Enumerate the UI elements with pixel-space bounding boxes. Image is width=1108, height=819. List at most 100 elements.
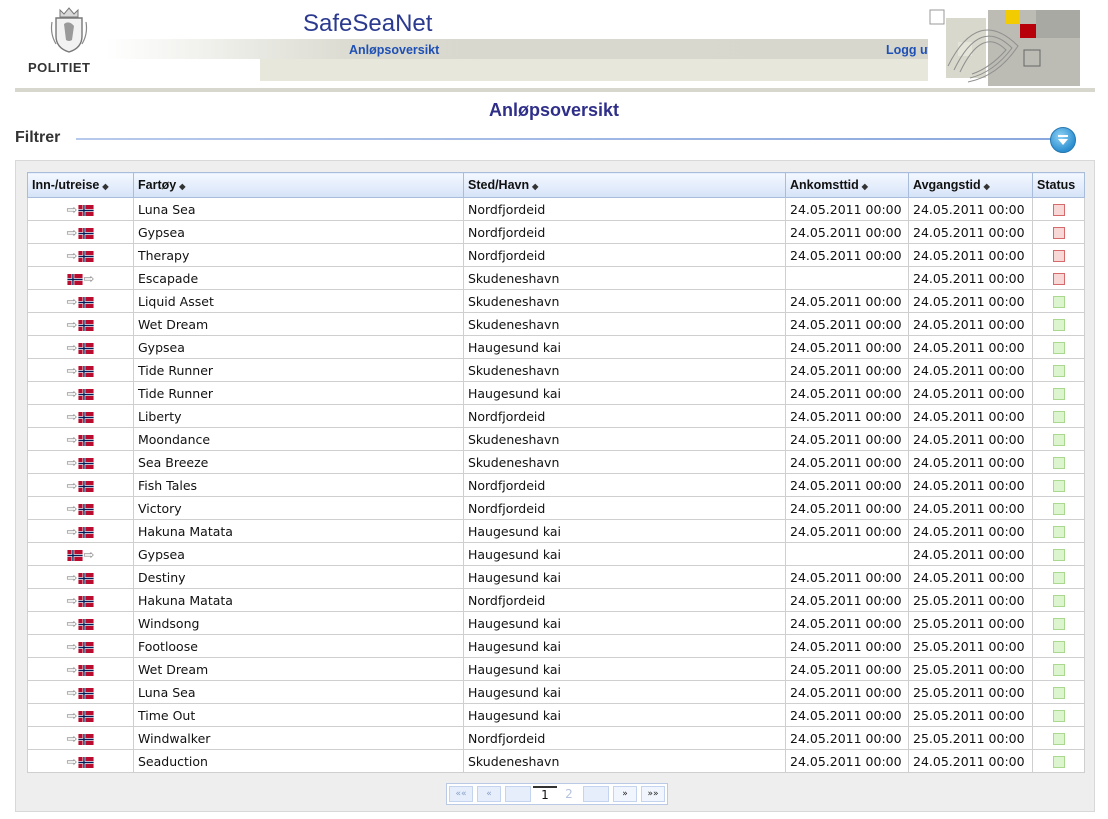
col-header-departure[interactable]: Avgangstid ◆ (908, 172, 1033, 198)
vessel-cell[interactable]: Fish Tales (133, 473, 464, 497)
table-row[interactable]: ⇨ Destiny Haugesund kai 24.05.2011 00:00 24.… (27, 565, 1085, 589)
nav-link-anlopsoversikt[interactable]: Anløpsoversikt (349, 43, 439, 57)
page-1-link[interactable]: 1 (533, 786, 557, 802)
table-row[interactable]: ⇨ Liquid Asset Skudeneshavn 24.05.2011 00:0… (27, 289, 1085, 313)
direction-indicator: ⇨ (67, 733, 95, 746)
vessel-cell[interactable]: Tide Runner (133, 381, 464, 405)
port-cell: Haugesund kai (463, 542, 786, 566)
vessel-cell[interactable]: Victory (133, 496, 464, 520)
status-indicator (1052, 595, 1065, 607)
departure-cell: 24.05.2011 00:00 (908, 289, 1033, 313)
filter-toggle-button[interactable] (1050, 127, 1076, 153)
table-row[interactable]: ⇨ Wet Dream Skudeneshavn 24.05.2011 00:00 24… (27, 312, 1085, 336)
table-row[interactable]: ⇨ Therapy Nordfjordeid 24.05.2011 00:00 24.0… (27, 243, 1085, 267)
norway-flag-icon (78, 641, 95, 653)
vessel-cell[interactable]: Seaduction (133, 749, 464, 773)
arrival-cell: 24.05.2011 00:00 (785, 565, 909, 589)
vessel-cell[interactable]: Time Out (133, 703, 464, 727)
status-cell (1032, 749, 1085, 773)
direction-indicator: ⇨ (67, 572, 95, 585)
arrival-cell: 24.05.2011 00:00 (785, 519, 909, 543)
table-row[interactable]: ⇨ Tide Runner Haugesund kai 24.05.2011 00:0… (27, 381, 1085, 405)
vessel-cell[interactable]: Escapade (133, 266, 464, 290)
table-row[interactable]: ⇨ Gypsea Haugesund kai 24.05.2011 00:00 (27, 542, 1085, 566)
col-header-port[interactable]: Sted/Havn ◆ (463, 172, 786, 198)
port-cell: Skudeneshavn (463, 312, 786, 336)
port-cell: Nordfjordeid (463, 197, 786, 221)
vessel-cell[interactable]: Destiny (133, 565, 464, 589)
status-cell (1032, 381, 1085, 405)
table-row[interactable]: ⇨ Liberty Nordfjordeid 24.05.2011 00:00 24.0… (27, 404, 1085, 428)
col-header-arrival[interactable]: Ankomsttid ◆ (785, 172, 909, 198)
table-row[interactable]: ⇨ Luna Sea Nordfjordeid 24.05.2011 00:00 24.… (27, 197, 1085, 221)
col-header-vessel[interactable]: Fartøy ◆ (133, 172, 464, 198)
status-cell (1032, 197, 1085, 221)
table-row[interactable]: ⇨ Victory Nordfjordeid 24.05.2011 00:00 24.0… (27, 496, 1085, 520)
vessel-cell[interactable]: Luna Sea (133, 197, 464, 221)
status-cell (1032, 404, 1085, 428)
prev-page-button[interactable]: « (477, 786, 501, 802)
table-row[interactable]: ⇨ Windsong Haugesund kai 24.05.2011 00:00 25… (27, 611, 1085, 635)
vessel-cell[interactable]: Moondance (133, 427, 464, 451)
next-page-button[interactable]: » (613, 786, 637, 802)
vessel-cell[interactable]: Sea Breeze (133, 450, 464, 474)
table-row[interactable]: ⇨ Time Out Haugesund kai 24.05.2011 00:00 25… (27, 703, 1085, 727)
status-cell (1032, 542, 1085, 566)
first-page-button[interactable]: «« (449, 786, 473, 802)
norway-flag-icon (78, 296, 95, 308)
table-row[interactable]: ⇨ Escapade Skudeneshavn 24.05.2011 00:00 (27, 266, 1085, 290)
table-row[interactable]: ⇨ Sea Breeze Skudeneshavn 24.05.2011 00:00 2… (27, 450, 1085, 474)
vessel-cell[interactable]: Wet Dream (133, 312, 464, 336)
status-cell (1032, 496, 1085, 520)
page-2-link[interactable]: 2 (557, 787, 581, 801)
vessel-cell[interactable]: Hakuna Matata (133, 588, 464, 612)
table-row[interactable]: ⇨ Moondance Skudeneshavn 24.05.2011 00:00 24… (27, 427, 1085, 451)
departure-cell: 24.05.2011 00:00 (908, 266, 1033, 290)
col-header-direction[interactable]: Inn-/utreise ◆ (27, 172, 134, 198)
direction-indicator: ⇨ (67, 687, 95, 700)
direction-cell: ⇨ (27, 427, 134, 451)
logout-link[interactable]: Logg ut (886, 43, 932, 57)
vessel-cell[interactable]: Gypsea (133, 220, 464, 244)
status-indicator (1052, 526, 1065, 538)
vessel-cell[interactable]: Luna Sea (133, 680, 464, 704)
vessel-cell[interactable]: Hakuna Matata (133, 519, 464, 543)
vessel-cell[interactable]: Gypsea (133, 335, 464, 359)
filter-label: Filtrer (15, 129, 61, 146)
table-row[interactable]: ⇨ Hakuna Matata Haugesund kai 24.05.2011 00… (27, 519, 1085, 543)
vessel-cell[interactable]: Liberty (133, 404, 464, 428)
departure-cell: 24.05.2011 00:00 (908, 450, 1033, 474)
vessel-cell[interactable]: Liquid Asset (133, 289, 464, 313)
arrow-right-icon: ⇨ (66, 409, 78, 425)
vessel-cell[interactable]: Windwalker (133, 726, 464, 750)
table-row[interactable]: ⇨ Footloose Haugesund kai 24.05.2011 00:00 2… (27, 634, 1085, 658)
table-row[interactable]: ⇨ Windwalker Nordfjordeid 24.05.2011 00:00 2… (27, 726, 1085, 750)
direction-indicator: ⇨ (67, 595, 95, 608)
direction-indicator: ⇨ (67, 434, 95, 447)
table-row[interactable]: ⇨ Seaduction Skudeneshavn 24.05.2011 00:00 2… (27, 749, 1085, 773)
table-row[interactable]: ⇨ Luna Sea Haugesund kai 24.05.2011 00:00 25… (27, 680, 1085, 704)
vessel-cell[interactable]: Tide Runner (133, 358, 464, 382)
last-page-button[interactable]: »» (641, 786, 665, 802)
filter-divider (76, 138, 1052, 140)
vessel-cell[interactable]: Gypsea (133, 542, 464, 566)
port-cell: Nordfjordeid (463, 243, 786, 267)
table-row[interactable]: ⇨ Tide Runner Skudeneshavn 24.05.2011 00:00… (27, 358, 1085, 382)
page-title: Anløpsoversikt (488, 100, 620, 120)
direction-indicator: ⇨ (66, 273, 94, 286)
table-row[interactable]: ⇨ Wet Dream Haugesund kai 24.05.2011 00:00 2… (27, 657, 1085, 681)
table-row[interactable]: ⇨ Gypsea Nordfjordeid 24.05.2011 00:00 24.05… (27, 220, 1085, 244)
vessel-cell[interactable]: Windsong (133, 611, 464, 635)
table-row[interactable]: ⇨ Gypsea Haugesund kai 24.05.2011 00:00 24.0… (27, 335, 1085, 359)
vessel-cell[interactable]: Footloose (133, 634, 464, 658)
crest-icon (50, 7, 88, 53)
port-cell: Skudeneshavn (463, 266, 786, 290)
vessel-cell[interactable]: Therapy (133, 243, 464, 267)
arrival-cell: 24.05.2011 00:00 (785, 473, 909, 497)
vessel-cell[interactable]: Wet Dream (133, 657, 464, 681)
table-row[interactable]: ⇨ Fish Tales Nordfjordeid 24.05.2011 00:00 2… (27, 473, 1085, 497)
arrow-right-icon: ⇨ (66, 662, 78, 678)
arrow-right-icon: ⇨ (66, 501, 78, 517)
table-row[interactable]: ⇨ Hakuna Matata Nordfjordeid 24.05.2011 00:… (27, 588, 1085, 612)
status-indicator (1052, 756, 1065, 768)
